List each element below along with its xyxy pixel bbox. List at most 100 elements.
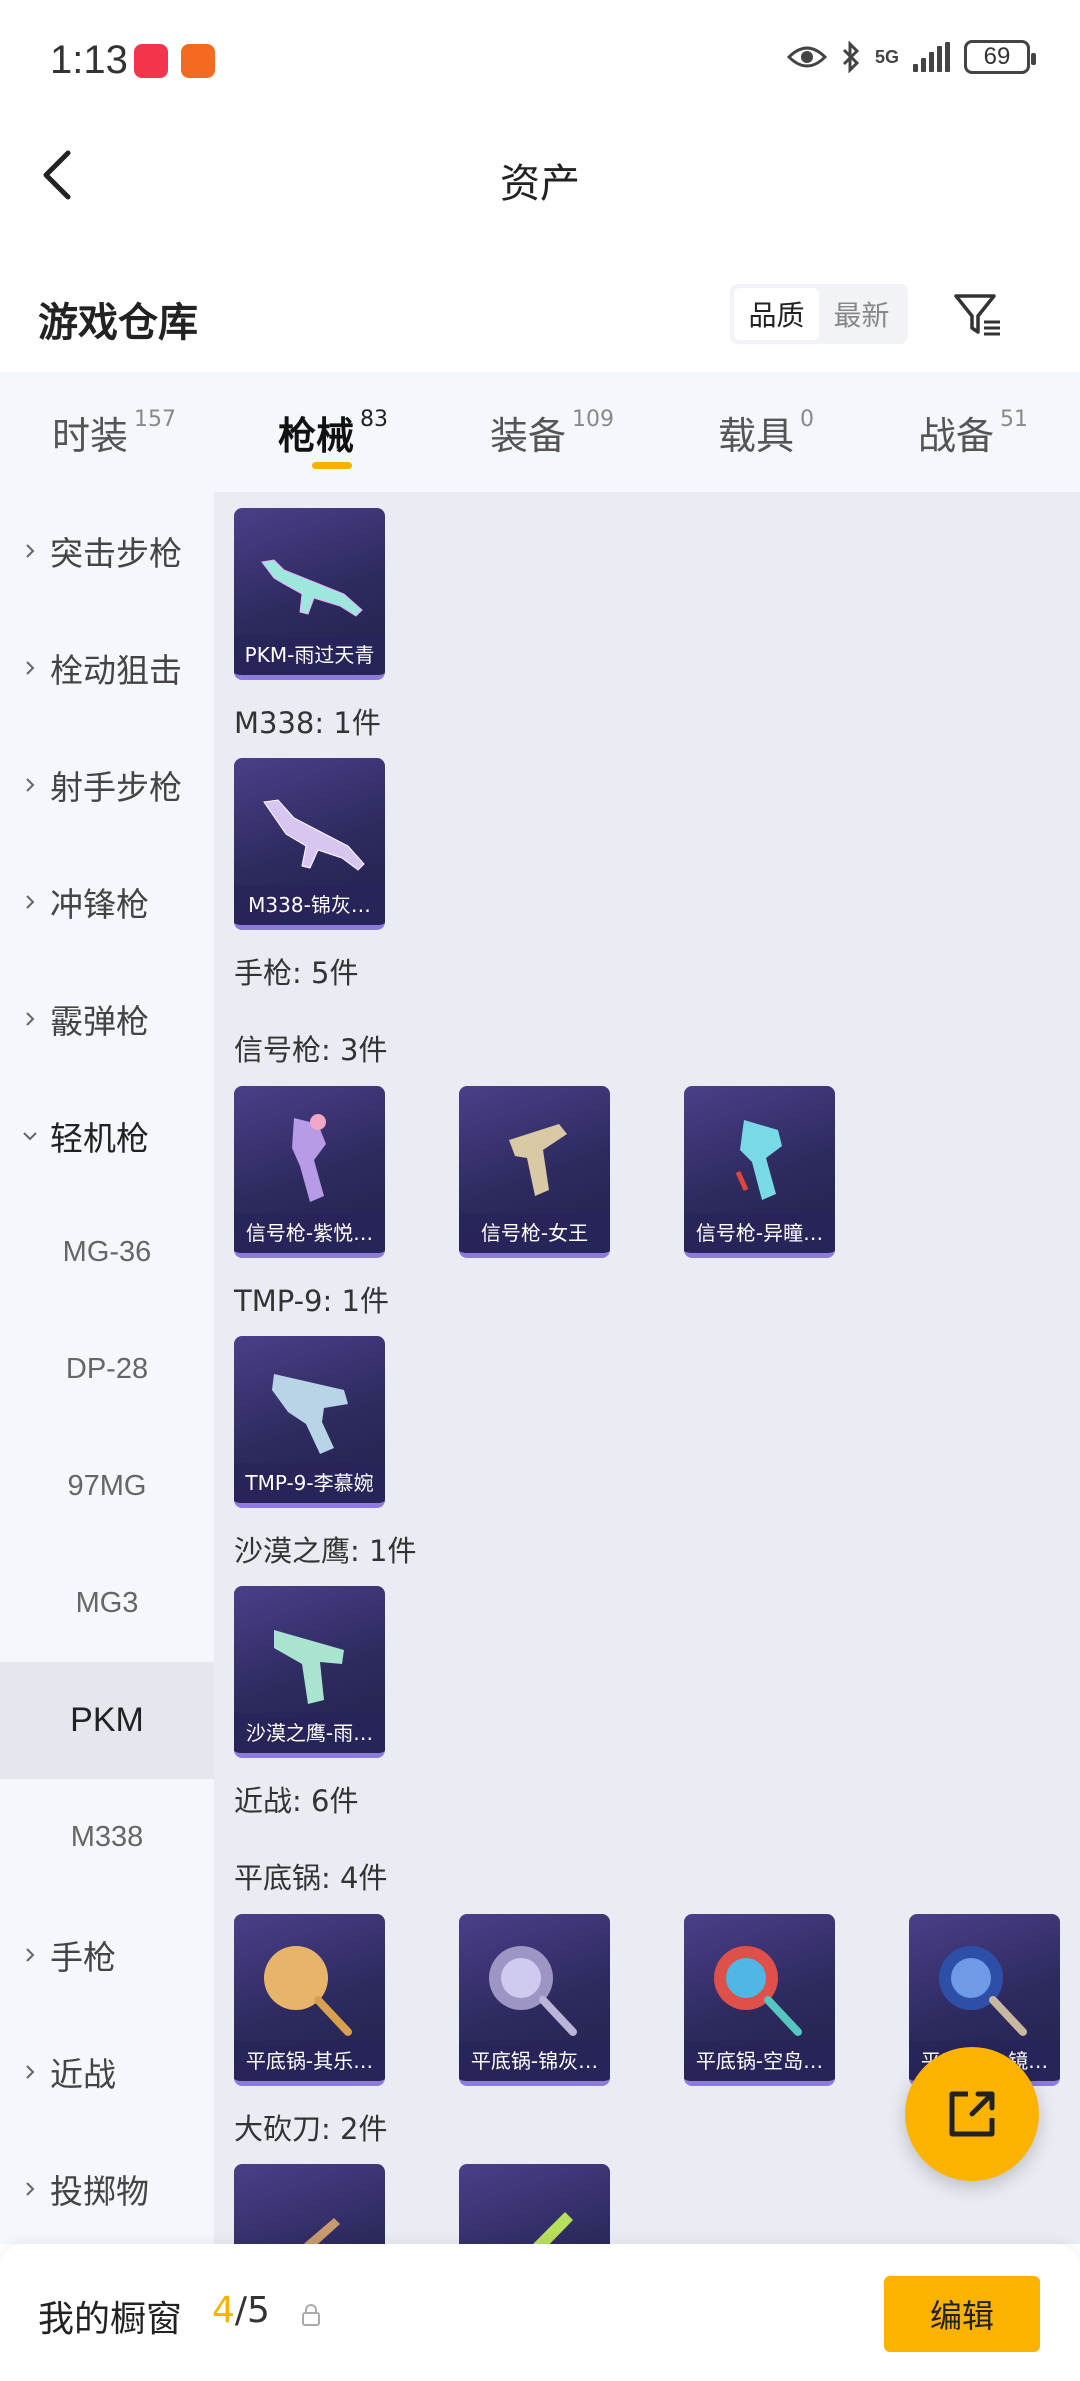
group-label: 平底锅: 4件 (234, 1861, 388, 1895)
battery-icon: 69 (964, 40, 1036, 74)
tab-label: 枪械 (278, 413, 355, 458)
sidebar-item-smg[interactable]: 冲锋枪 (0, 843, 214, 960)
sidebar-subitem-dp28[interactable]: DP-28 (0, 1311, 214, 1428)
weapon-category-sidebar: 突击步枪 栓动狙击 射手步枪 冲锋枪 霰弹枪 轻机枪 MG-36 DP-28 9… (0, 492, 214, 2244)
tab-label: 时装 (52, 413, 129, 458)
sidebar-item-label: 霰弹枪 (50, 1001, 149, 1041)
item-card[interactable]: 信号枪-紫悦… (234, 1086, 385, 1258)
sidebar-subitem-m338[interactable]: M338 (0, 1779, 214, 1896)
tab-count: 0 (800, 407, 815, 432)
showcase-total: /5 (234, 2290, 270, 2331)
item-name: 沙漠之鹰-雨… (234, 1713, 385, 1753)
sort-quality-button[interactable]: 品质 (734, 288, 819, 340)
share-button[interactable] (905, 2047, 1039, 2181)
chevron-right-icon (26, 2181, 35, 2196)
edit-button[interactable]: 编辑 (884, 2276, 1040, 2352)
sidebar-item-bolt-sniper[interactable]: 栓动狙击 (0, 609, 214, 726)
sidebar-item-melee[interactable]: 近战 (0, 2013, 214, 2130)
group-label: 近战: 6件 (234, 1784, 359, 1818)
smg-icon (272, 1374, 348, 1454)
showcase-bar: 我的橱窗 4/5 编辑 (0, 2244, 1080, 2381)
machine-gun-icon (261, 559, 363, 617)
tab-combat-gear[interactable]: 战备 51 (918, 372, 1028, 492)
frying-pan-icon (939, 1946, 1027, 2036)
item-card[interactable]: 沙漠之鹰-雨… (234, 1586, 385, 1758)
sort-latest-button[interactable]: 最新 (819, 288, 904, 340)
showcase-count: 4/5 (212, 2290, 270, 2331)
tab-count: 157 (134, 407, 177, 432)
showcase-current: 4 (212, 2290, 235, 2331)
chevron-right-icon (26, 894, 35, 909)
tab-label: 载具 (718, 413, 795, 458)
sidebar-item-label: 手枪 (50, 1937, 116, 1977)
group-label: 信号枪: 3件 (234, 1033, 388, 1067)
item-grid: PKM-雨过天青 M338: 1件 M338-锦灰… 手枪: 5件 信号枪: 3… (214, 492, 1080, 2244)
sidebar-subitem-mg36[interactable]: MG-36 (0, 1194, 214, 1311)
chevron-right-icon (26, 1947, 35, 1962)
flare-gun-icon (735, 1120, 782, 1200)
tab-firearms[interactable]: 枪械 83 (278, 372, 388, 492)
sidebar-item-assault-rifle[interactable]: 突击步枪 (0, 492, 214, 609)
external-link-icon (949, 2091, 995, 2137)
showcase-label: 我的橱窗 (38, 2299, 183, 2340)
status-time: 1:13 (50, 38, 128, 82)
sidebar-subitem-mg3[interactable]: MG3 (0, 1545, 214, 1662)
item-card[interactable]: 平底锅-其乐… (234, 1914, 385, 2086)
tab-vehicles[interactable]: 载具 0 (718, 372, 814, 492)
section-title: 游戏仓库 (38, 300, 198, 346)
sidebar-item-pistol[interactable]: 手枪 (0, 1896, 214, 2013)
item-card[interactable]: 信号枪-女王 (459, 1086, 610, 1258)
group-label: M338: 1件 (234, 706, 381, 740)
group-label: TMP-9: 1件 (234, 1284, 389, 1318)
item-card[interactable]: 平底锅-空岛… (684, 1914, 835, 2086)
frying-pan-icon (489, 1946, 577, 2036)
item-name: PKM-雨过天青 (234, 635, 385, 675)
tab-equipment[interactable]: 装备 109 (490, 372, 614, 492)
sidebar-item-label: 投掷物 (50, 2171, 149, 2211)
filter-icon (954, 294, 1000, 336)
chevron-right-icon (26, 660, 35, 675)
sidebar-item-lmg[interactable]: 轻机枪 (0, 1077, 214, 1194)
item-card[interactable]: PKM-雨过天青 (234, 508, 385, 680)
group-label: 大砍刀: 2件 (234, 2112, 388, 2146)
status-icons: 5G 69 (786, 40, 1036, 74)
group-label: 沙漠之鹰: 1件 (234, 1534, 417, 1568)
item-card[interactable]: M338-锦灰… (234, 758, 385, 930)
sidebar-item-label: 栓动狙击 (50, 650, 182, 690)
filter-button[interactable] (950, 286, 1006, 342)
chevron-right-icon (26, 1011, 35, 1026)
network-type: 5G (874, 47, 899, 67)
sidebar-item-throwable[interactable]: 投掷物 (0, 2130, 214, 2247)
item-name: 信号枪-女王 (459, 1213, 610, 1253)
category-tabs: 时装 157 枪械 83 装备 109 载具 0 战备 51 (0, 372, 1080, 492)
item-name: 信号枪-紫悦… (234, 1213, 385, 1253)
bluetooth-icon (842, 41, 860, 73)
page-title: 资产 (500, 161, 580, 207)
machete-icon (303, 2218, 340, 2244)
sidebar-subitem-97mg[interactable]: 97MG (0, 1428, 214, 1545)
sidebar-item-shotgun[interactable]: 霰弹枪 (0, 960, 214, 1077)
sidebar-item-label: 冲锋枪 (50, 884, 149, 924)
item-card[interactable]: 平底锅-锦灰… (459, 1914, 610, 2086)
tab-label: 战备 (918, 413, 995, 458)
item-card[interactable] (234, 2164, 385, 2244)
tab-count: 83 (360, 407, 389, 432)
item-name: M338-锦灰… (234, 885, 385, 925)
tab-label: 装备 (490, 413, 567, 458)
item-card[interactable]: TMP-9-李慕婉 (234, 1336, 385, 1508)
sidebar-subitem-pkm[interactable]: PKM (0, 1662, 214, 1779)
sidebar-item-label: 轻机枪 (50, 1118, 149, 1158)
chevron-down-icon (23, 1131, 37, 1140)
item-card[interactable] (459, 2164, 610, 2244)
item-card[interactable]: 信号枪-异瞳… (684, 1086, 835, 1258)
app-header: 资产 (0, 125, 1080, 225)
flare-gun-icon (292, 1114, 326, 1202)
section-header: 游戏仓库 品质 最新 (0, 260, 1080, 370)
tab-fashion[interactable]: 时装 157 (52, 372, 176, 492)
flare-gun-icon (509, 1124, 567, 1196)
item-name: 平底锅-锦灰… (459, 2041, 610, 2081)
sidebar-item-marksman-rifle[interactable]: 射手步枪 (0, 726, 214, 843)
chevron-right-icon (26, 777, 35, 792)
shopping-app-icon (134, 44, 168, 78)
group-label: 手枪: 5件 (234, 956, 359, 990)
